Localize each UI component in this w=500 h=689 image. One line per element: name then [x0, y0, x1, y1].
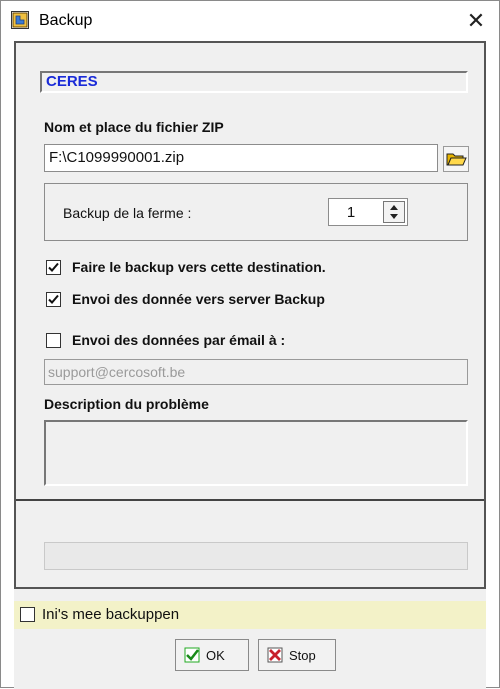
- folder-open-icon: [446, 153, 467, 166]
- main-panel: CERES Nom et place du fichier ZIP F:\C10…: [14, 41, 486, 589]
- company-name-box: CERES: [40, 71, 468, 93]
- arrow-down-icon[interactable]: [389, 213, 399, 221]
- ok-button[interactable]: OK: [175, 639, 249, 671]
- backup-app-icon: [11, 11, 29, 29]
- ini-backup-checkbox[interactable]: [20, 607, 35, 622]
- window-title: Backup: [39, 12, 93, 29]
- title-bar: Backup ✕: [1, 1, 499, 41]
- zip-label: Nom et place du fichier ZIP: [44, 119, 224, 135]
- check-icon: [48, 294, 59, 304]
- arrow-up-icon[interactable]: [389, 203, 399, 211]
- dialog-client-area: CERES Nom et place du fichier ZIP F:\C10…: [14, 41, 486, 689]
- server-checkbox-label: Envoi des donnée vers server Backup: [72, 291, 325, 307]
- email-checkbox-label: Envoi des données par émail à :: [72, 332, 286, 348]
- problem-description-label: Description du problème: [44, 396, 209, 412]
- email-checkbox[interactable]: [46, 333, 61, 348]
- check-icon: [48, 262, 59, 272]
- stop-button[interactable]: Stop: [258, 639, 336, 671]
- problem-description-textarea[interactable]: [44, 420, 468, 486]
- section-divider: [16, 499, 484, 501]
- email-address-input[interactable]: support@cercosoft.be: [44, 359, 468, 385]
- stop-button-label: Stop: [289, 648, 316, 663]
- farm-group: Backup de la ferme : 1: [44, 183, 468, 241]
- server-checkbox[interactable]: [46, 292, 61, 307]
- farm-number-stepper[interactable]: 1: [328, 198, 408, 226]
- ini-backup-label: Ini's mee backuppen: [42, 606, 180, 623]
- destination-checkbox[interactable]: [46, 260, 61, 275]
- stop-x-icon: [267, 647, 283, 663]
- progress-bar: [44, 542, 468, 570]
- destination-checkbox-label: Faire le backup vers cette destination.: [72, 259, 326, 275]
- close-icon: ✕: [466, 8, 486, 33]
- ok-button-label: OK: [206, 648, 225, 663]
- company-name: CERES: [46, 73, 98, 90]
- farm-label: Backup de la ferme :: [63, 205, 192, 221]
- zip-path-input[interactable]: F:\C1099990001.zip: [44, 144, 438, 172]
- stepper-buttons[interactable]: [383, 201, 405, 223]
- browse-folder-button[interactable]: [443, 146, 469, 172]
- farm-number-value: 1: [346, 204, 356, 221]
- backup-window: Backup ✕ CERES Nom et place du fichier Z…: [0, 0, 500, 689]
- ini-backup-row[interactable]: Ini's mee backuppen: [14, 601, 486, 629]
- ok-check-icon: [184, 647, 200, 663]
- close-button[interactable]: ✕: [453, 1, 499, 41]
